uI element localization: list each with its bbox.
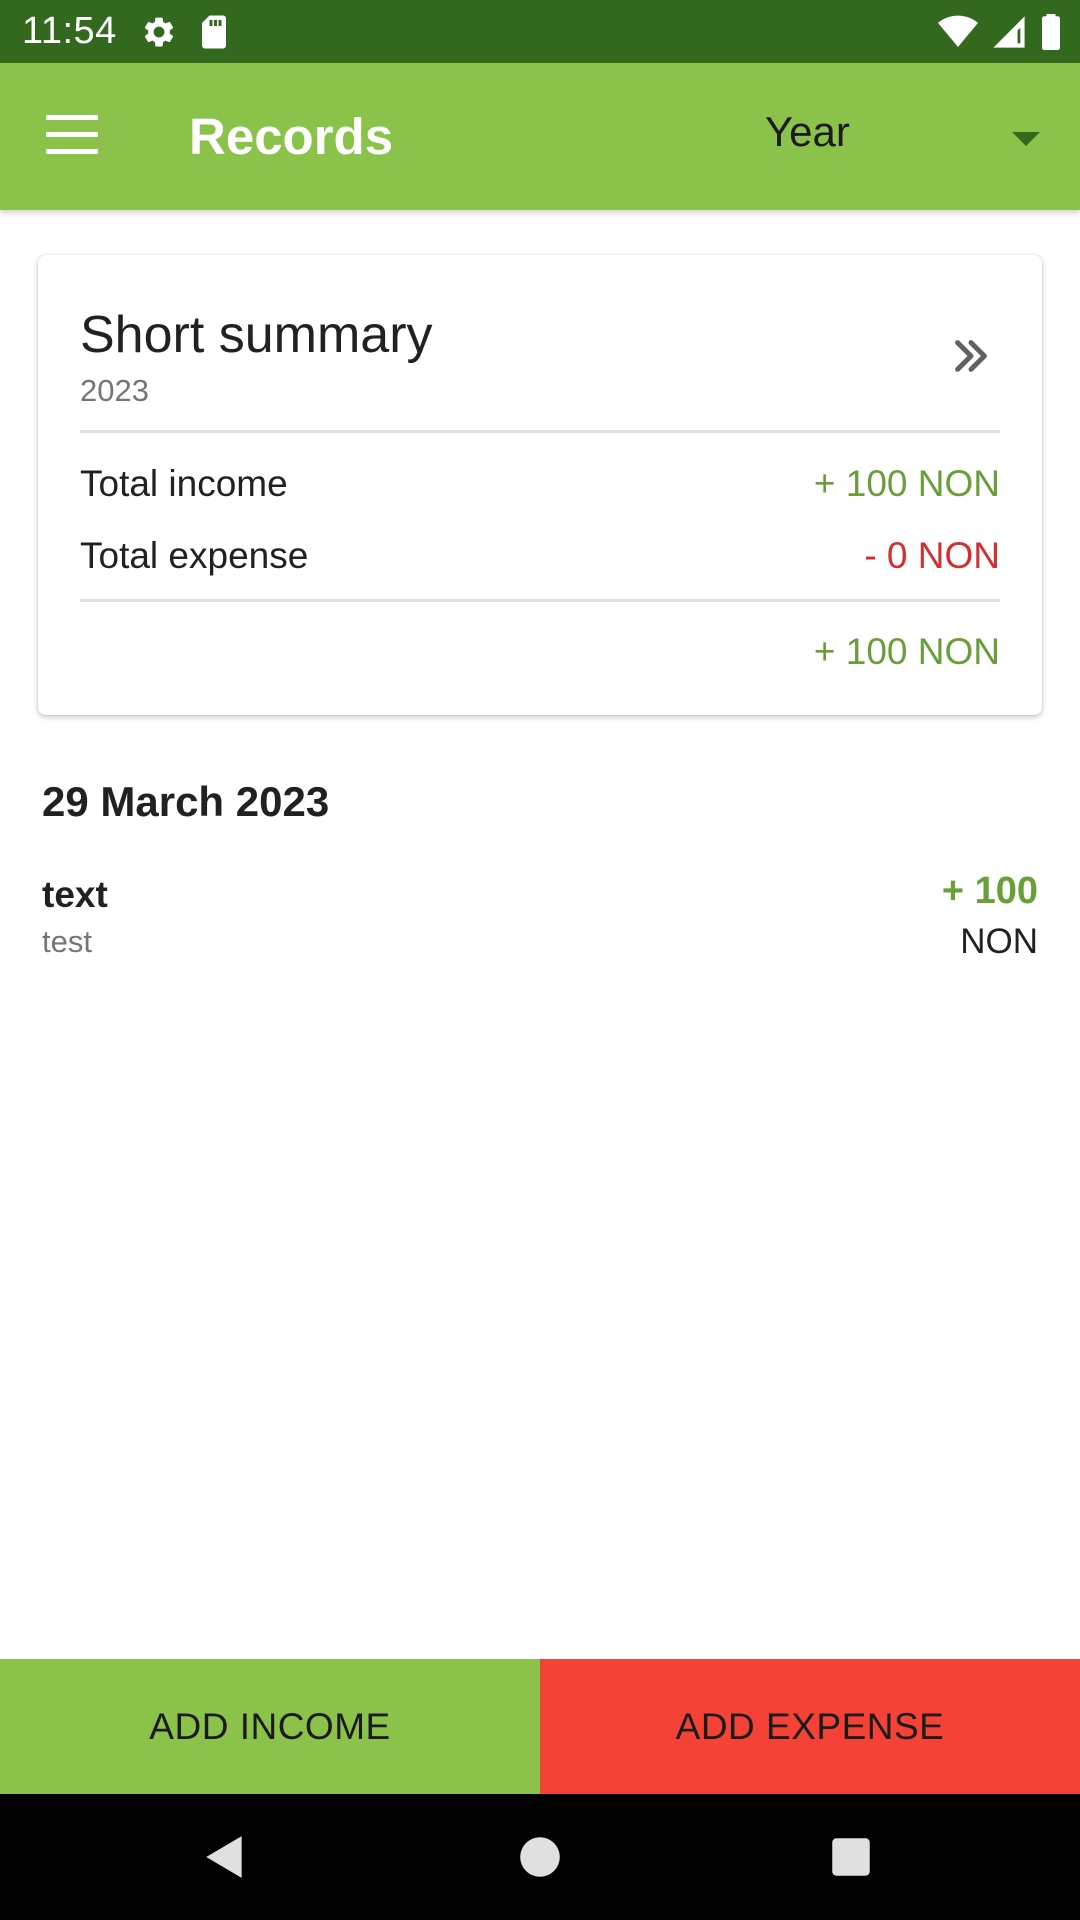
record-currency: NON <box>960 922 1038 961</box>
signal-icon <box>993 15 1025 48</box>
recents-icon[interactable] <box>826 1832 876 1882</box>
status-left-icons <box>141 14 229 50</box>
gear-icon <box>144 17 173 46</box>
expense-value: - 0 NON <box>864 535 1000 576</box>
bottom-action-bar: ADD INCOME ADD EXPENSE <box>0 1659 1080 1794</box>
app-bar: Records Year <box>0 63 1080 210</box>
add-expense-button[interactable]: ADD EXPENSE <box>540 1659 1080 1794</box>
income-label: Total income <box>80 463 288 504</box>
period-dropdown[interactable]: Year <box>740 93 1050 183</box>
summary-card[interactable]: Short summary 2023 Total income + 100 NO… <box>38 255 1042 715</box>
divider <box>80 430 1000 433</box>
list-item[interactable]: text test + 100 NON <box>0 860 1080 970</box>
add-income-button[interactable]: ADD INCOME <box>0 1659 540 1794</box>
record-name: text <box>42 874 108 915</box>
divider <box>80 599 1000 602</box>
record-amount: + 100 <box>941 870 1038 912</box>
double-chevron-right-icon[interactable] <box>948 333 994 379</box>
status-time: 11:54 <box>22 10 117 52</box>
expense-label: Total expense <box>80 535 309 576</box>
income-value: + 100 NON <box>813 463 1000 504</box>
record-note: test <box>42 924 92 959</box>
home-icon[interactable] <box>515 1832 565 1882</box>
wifi-icon <box>938 15 978 47</box>
date-header: 29 March 2023 <box>42 778 330 825</box>
summary-year: 2023 <box>80 373 149 408</box>
battery-icon <box>1042 13 1060 50</box>
balance-value: + 100 NON <box>813 631 1000 672</box>
period-selected-value: Year <box>765 108 850 155</box>
dropdown-arrow-icon <box>1012 132 1040 146</box>
summary-title: Short summary <box>80 306 433 364</box>
status-bar: 11:54 <box>0 0 1080 63</box>
back-icon[interactable] <box>200 1832 250 1882</box>
hamburger-menu-icon[interactable] <box>46 115 98 155</box>
status-right-icons <box>938 0 1062 63</box>
page-title: Records <box>189 108 394 165</box>
navigation-bar <box>0 1794 1080 1920</box>
sd-card-icon <box>201 15 226 48</box>
